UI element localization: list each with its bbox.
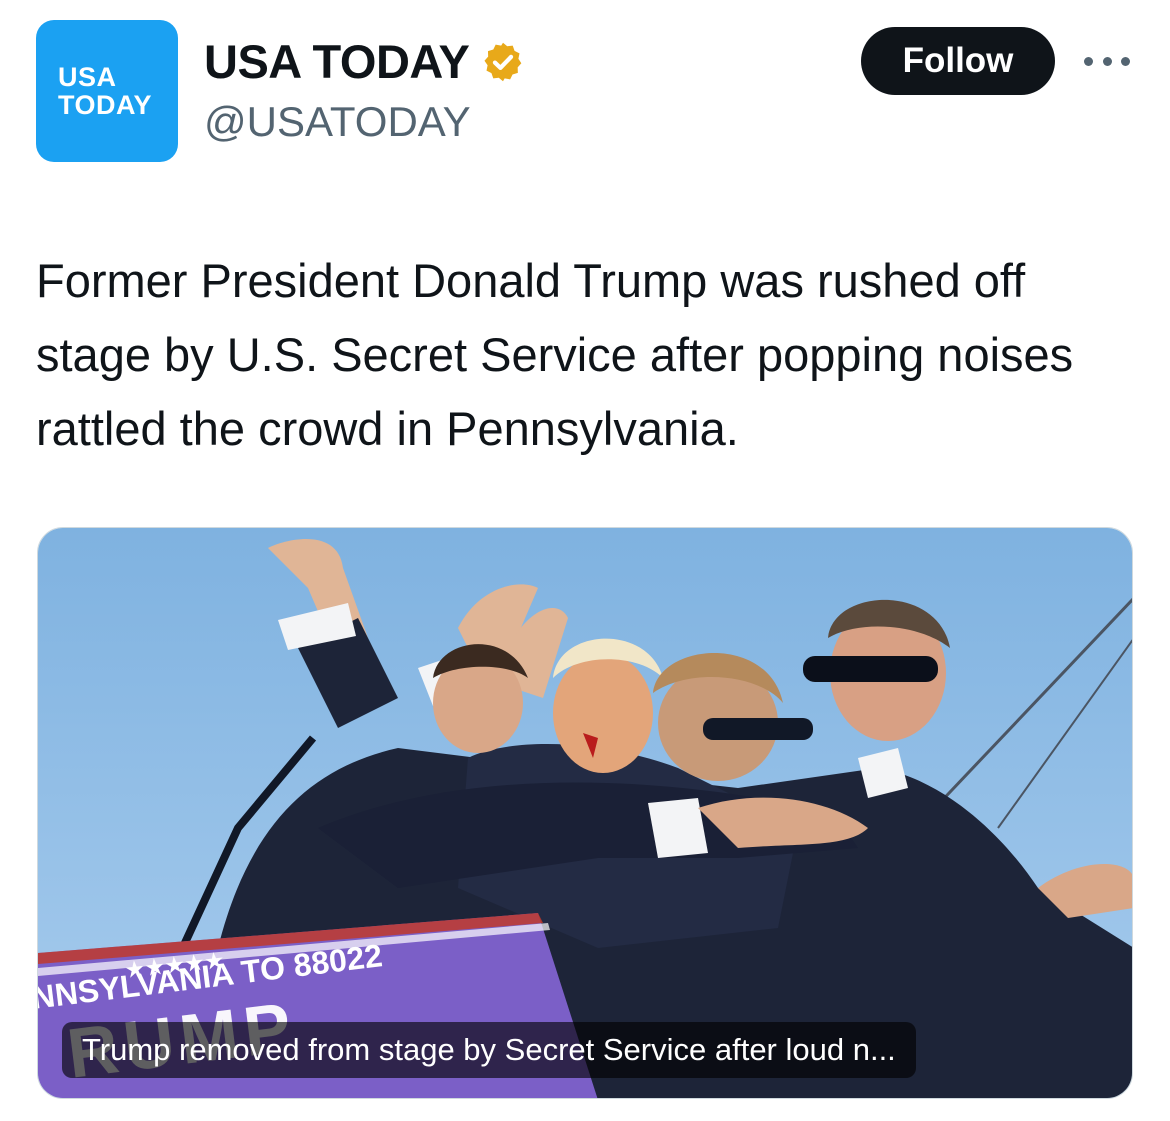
- more-dot: [1084, 56, 1093, 66]
- avatar-logo-line1: USA: [58, 62, 117, 92]
- user-handle[interactable]: @USATODAY: [204, 98, 471, 146]
- more-options-icon[interactable]: [1084, 48, 1130, 74]
- follow-button[interactable]: Follow: [861, 27, 1055, 95]
- avatar-logo-line2: TODAY: [58, 90, 153, 120]
- more-dot: [1121, 56, 1130, 66]
- more-dot: [1102, 56, 1112, 66]
- media-card[interactable]: ★★★★★ NNSYLVANIA TO 88022 RUMP Trump rem…: [37, 527, 1133, 1099]
- media-caption: Trump removed from stage by Secret Servi…: [62, 1022, 916, 1078]
- tweet-text: Former President Donald Trump was rushed…: [36, 254, 1074, 455]
- name-row: USA TODAY: [204, 36, 525, 88]
- avatar[interactable]: USA TODAY: [36, 20, 178, 162]
- display-name[interactable]: USA TODAY: [204, 36, 470, 88]
- verified-badge-icon: [484, 42, 522, 82]
